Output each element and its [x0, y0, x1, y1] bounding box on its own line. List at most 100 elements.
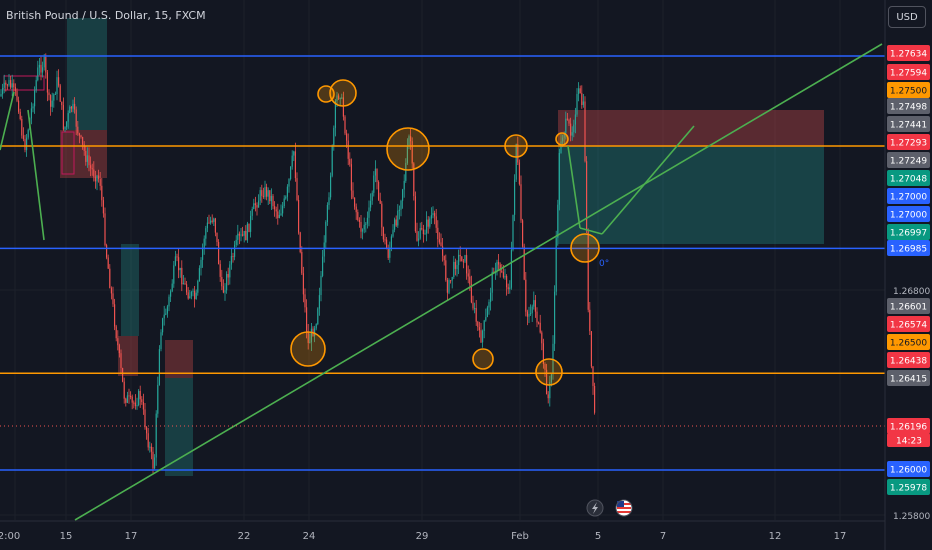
- candle-body: [554, 291, 556, 344]
- candle-body: [211, 220, 213, 222]
- candle-body: [42, 67, 44, 73]
- candle-body: [565, 118, 567, 133]
- price-axis[interactable]: 1.26800 1.25800 1.27634 1.27594 1.27500 1.27…: [884, 0, 932, 550]
- candle-body: [366, 217, 368, 224]
- candle-body: [438, 239, 440, 243]
- candle-body: [418, 238, 420, 241]
- candle-body: [403, 180, 405, 190]
- candle-body: [250, 215, 252, 232]
- candle-body: [293, 151, 295, 156]
- candle-body: [21, 119, 23, 136]
- candle-body: [373, 175, 375, 193]
- candle-body: [528, 313, 530, 317]
- candle-body: [522, 220, 524, 247]
- candle-body: [251, 209, 253, 216]
- candle-body: [514, 179, 516, 215]
- candle-body: [192, 290, 194, 292]
- circle-marker: [570, 233, 600, 263]
- circle-marker: [504, 134, 528, 158]
- candle-body: [238, 233, 240, 236]
- candle-body: [26, 137, 28, 151]
- candle-body: [88, 155, 90, 166]
- candle-body: [66, 121, 68, 127]
- candle-body: [5, 82, 7, 85]
- candle-body: [85, 150, 87, 162]
- x-tick-label: 24: [303, 531, 316, 542]
- candle-body: [304, 294, 306, 308]
- x-tick-label: 17: [125, 531, 138, 542]
- currency-button[interactable]: USD: [888, 6, 926, 28]
- candle-body: [395, 219, 397, 226]
- candle-body: [269, 190, 271, 202]
- candle-body: [58, 77, 60, 86]
- candle-body: [326, 205, 328, 222]
- candle-body: [318, 295, 320, 309]
- long-zone: [558, 146, 824, 244]
- price-label: 1.27048: [890, 175, 927, 185]
- candle-body: [574, 114, 576, 125]
- candle-body: [518, 162, 520, 185]
- candle-body: [387, 249, 389, 258]
- candle-body: [485, 317, 487, 321]
- candle-body: [178, 257, 180, 271]
- candle-body: [443, 255, 445, 261]
- candle-body: [419, 228, 421, 239]
- candle-body: [258, 200, 260, 208]
- candle-body: [466, 255, 468, 274]
- candle-body: [74, 103, 76, 110]
- candle-body: [317, 308, 319, 325]
- candle-body: [581, 93, 583, 105]
- circle-marker: [329, 79, 357, 107]
- x-tick-label: 17: [834, 531, 847, 542]
- candle-body: [454, 261, 456, 269]
- candle-body: [112, 293, 114, 305]
- price-label: 1.26997: [890, 229, 927, 239]
- candle-body: [534, 300, 536, 312]
- candle-body: [498, 261, 500, 265]
- candle-body: [334, 101, 336, 128]
- candle-body: [154, 457, 156, 469]
- candle-body: [306, 307, 308, 332]
- candle-body: [146, 427, 148, 434]
- candle-body: [555, 237, 557, 292]
- short-zone: [165, 340, 193, 378]
- candle-body: [34, 90, 36, 107]
- candle-body: [472, 302, 474, 309]
- candle-body: [330, 175, 332, 198]
- candle-body: [266, 186, 268, 197]
- candle-body: [350, 164, 352, 191]
- candle-body: [381, 203, 383, 228]
- candle-body: [578, 88, 580, 94]
- us-flag-canton: [617, 501, 624, 507]
- candle-body: [50, 95, 52, 107]
- candle-body: [155, 413, 157, 458]
- candle-body: [579, 88, 581, 94]
- candle-body: [323, 242, 325, 257]
- price-chart[interactable]: 0° 2:00 15 17 22 24 29 Feb 5 7 12 17 1.26800 1.2580…: [0, 0, 932, 550]
- candle-body: [571, 132, 573, 136]
- candle-body: [222, 286, 224, 293]
- candle-body: [586, 161, 588, 231]
- candle-body: [523, 246, 525, 280]
- candle-body: [3, 82, 5, 88]
- candle-body: [160, 332, 162, 350]
- candle-body: [384, 239, 386, 241]
- candle-body: [242, 234, 244, 236]
- price-label: 1.26601: [890, 303, 927, 313]
- candle-body: [86, 155, 88, 162]
- candle-body: [62, 105, 64, 130]
- candle-body: [138, 391, 140, 405]
- candle-body: [24, 139, 26, 150]
- candle-body: [40, 64, 42, 73]
- candle-body: [226, 274, 228, 291]
- candle-body: [533, 300, 535, 307]
- candle-body: [213, 218, 215, 222]
- candle-body: [77, 126, 79, 134]
- candle-body: [200, 259, 202, 269]
- candle-body: [322, 256, 324, 276]
- candle-body: [59, 85, 61, 102]
- circle-marker: [290, 331, 326, 367]
- candle-body: [584, 101, 586, 162]
- candle-body: [374, 168, 376, 176]
- candle-body: [229, 264, 231, 278]
